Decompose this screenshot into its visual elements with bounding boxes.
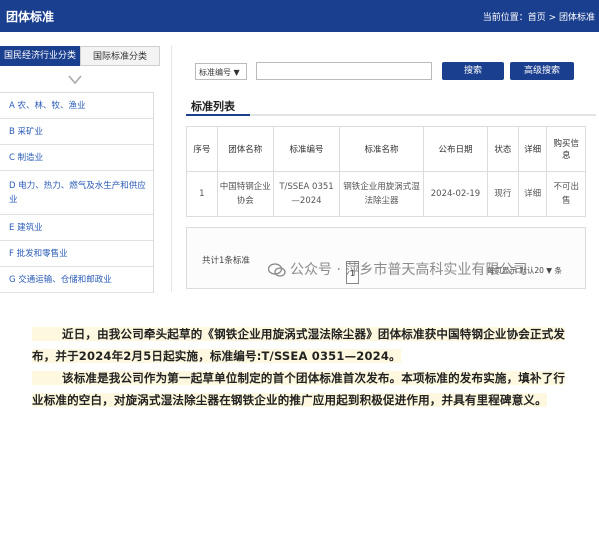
breadcrumb: 当前位置：首页 > 团体标准 <box>482 13 595 23</box>
standards-table: 序号 团体名称 标准编号 标准名称 公布日期 状态 详细 购买信息 1 中国特钢… <box>186 126 586 217</box>
watermark-text: 公众号 · 萍乡市普天高科实业有限公司 <box>290 262 528 278</box>
cell-org: 中国特钢企业协会 <box>216 171 274 217</box>
category-item-f[interactable]: F 批发和零售业 <box>0 241 153 267</box>
category-item-g[interactable]: G 交通运输、仓储和邮政业 <box>0 267 153 293</box>
tab-national-economy[interactable]: 国民经济行业分类 <box>0 46 80 66</box>
article-body: 近日，由我公司牵头起草的《钢铁企业用旋涡式湿法除尘器》团体标准获中国特钢企业协会… <box>0 323 599 411</box>
table-header-row: 序号 团体名称 标准编号 标准名称 公布日期 状态 详细 购买信息 <box>186 126 586 172</box>
article-paragraph-2: 该标准是我公司作为第一起草单位制定的首个团体标准首次发布。本项标准的发布实施，填… <box>32 371 566 407</box>
chevron-down-icon[interactable] <box>68 73 82 87</box>
list-title-divider <box>186 114 596 116</box>
category-item-a[interactable]: A 农、林、牧、渔业 <box>0 93 153 119</box>
search-button[interactable]: 搜索 <box>442 62 504 80</box>
top-header-bar: 团体标准 当前位置：首页 > 团体标准 <box>0 0 599 32</box>
search-input[interactable] <box>256 62 432 80</box>
table-row: 1 中国特钢企业协会 T/SSEA 0351—2024 钢铁企业用旋涡式湿法除尘… <box>186 171 586 217</box>
col-number: 标准编号 <box>272 126 341 172</box>
col-status: 状态 <box>487 126 519 172</box>
col-org: 团体名称 <box>216 126 274 172</box>
category-item-b[interactable]: B 采矿业 <box>0 119 153 145</box>
detail-link[interactable]: 详细 <box>517 171 548 217</box>
cell-date: 2024-02-19 <box>422 171 489 217</box>
advanced-search-button[interactable]: 高级搜索 <box>510 62 574 80</box>
wechat-icon <box>268 263 286 277</box>
cell-purchase: 不可出售 <box>546 171 586 217</box>
category-list: A 农、林、牧、渔业 B 采矿业 C 制造业 D 电力、热力、燃气及水生产和供应… <box>0 92 154 293</box>
article-paragraph-1: 近日，由我公司牵头起草的《钢铁企业用旋涡式湿法除尘器》团体标准获中国特钢企业协会… <box>32 327 566 363</box>
cell-number: T/SSEA 0351—2024 <box>272 171 341 217</box>
total-count: 共计1条标准 <box>202 256 250 266</box>
search-field-select[interactable]: 标准编号 ▼ <box>195 63 247 80</box>
col-purchase: 购买信息 <box>546 126 586 172</box>
tab-international-standard[interactable]: 国际标准分类 <box>80 46 160 66</box>
category-item-e[interactable]: E 建筑业 <box>0 215 153 241</box>
pagination-bar: 共计1条标准 1 每页显示 默认20 ▼ 条 <box>186 227 586 289</box>
col-detail: 详细 <box>517 126 548 172</box>
watermark: 公众号 · 萍乡市普天高科实业有限公司 <box>268 259 527 279</box>
category-item-c[interactable]: C 制造业 <box>0 145 153 171</box>
page-title: 团体标准 <box>6 10 55 24</box>
category-item-d[interactable]: D 电力、热力、燃气及水生产和供应业 <box>0 171 153 215</box>
cell-index: 1 <box>186 171 218 217</box>
cell-status: 现行 <box>487 171 519 217</box>
col-name: 标准名称 <box>339 126 424 172</box>
col-index: 序号 <box>186 126 218 172</box>
list-title: 标准列表 <box>191 100 235 113</box>
cell-name: 钢铁企业用旋涡式湿法除尘器 <box>339 171 424 217</box>
col-date: 公布日期 <box>422 126 489 172</box>
classification-tabs: 国民经济行业分类 国际标准分类 <box>0 46 160 66</box>
